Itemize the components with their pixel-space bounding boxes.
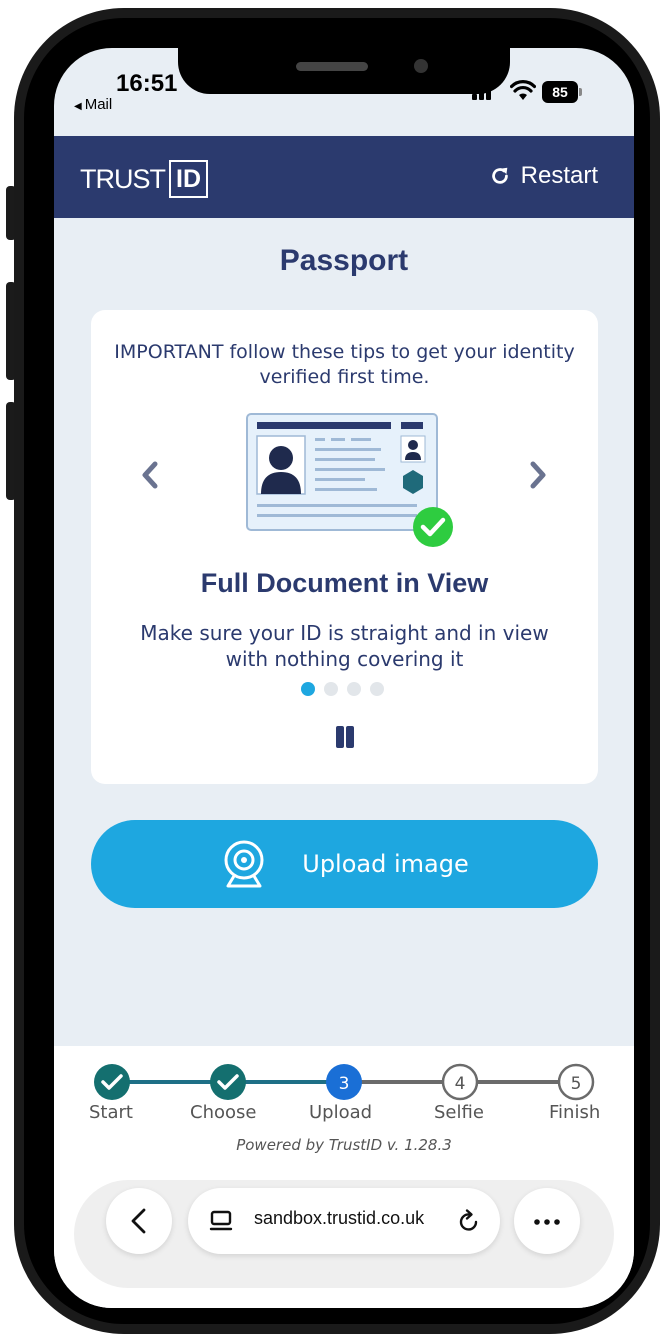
tip-heading: Full Document in View [200,568,489,598]
step-number: 3 [339,1074,350,1094]
restart-label: Restart [520,162,598,189]
clock: 16:51 [116,70,178,97]
tip-description: Make sure your ID is straight and in vie… [140,621,549,671]
step-label-finish: Finish [549,1102,601,1123]
step-upload-indicator: 3 [326,1064,362,1100]
chevron-right-icon[interactable] [525,458,551,492]
trustid-logo: TRUST ID [80,160,208,198]
chevron-left-icon [131,1208,146,1234]
step-choose-indicator [210,1064,246,1100]
step-finish-indicator: 5 [557,1063,595,1101]
carousel-dot[interactable] [324,682,338,696]
upload-image-button[interactable]: Upload image [91,820,598,908]
logo-id-text: ID [169,160,208,198]
upload-image-label: Upload image [302,850,469,878]
carousel-dot[interactable] [347,682,361,696]
step-label-upload: Upload [309,1102,373,1123]
step-label-selfie: Selfie [434,1102,484,1123]
tips-intro: IMPORTANT follow these tips to get your … [114,341,575,388]
phone-screen: 16:51 ◀ Mail 85 TRUST ID Restart Passpor… [54,48,634,1308]
battery-icon: 85 [542,81,584,103]
step-start-indicator [94,1064,130,1100]
browser-back-button[interactable] [106,1188,172,1254]
carousel-dots [301,682,391,696]
logo-trust-text: TRUST [80,163,166,194]
id-document-illustration [246,413,453,547]
back-app-label: Mail [84,96,113,113]
restart-button[interactable]: Restart [489,162,598,190]
phone-notch [178,48,510,94]
back-to-app-link[interactable]: ◀ Mail [74,96,112,113]
browser-more-button[interactable] [514,1188,580,1254]
powered-by-text: Powered by TrustID v. 1.28.3 [236,1136,452,1154]
more-icon [534,1219,560,1225]
step-label-choose: Choose [190,1102,257,1123]
chevron-left-icon[interactable] [137,458,163,492]
back-triangle-icon: ◀ [74,101,82,112]
carousel-dot[interactable] [370,682,384,696]
step-number: 5 [571,1074,582,1094]
tips-carousel: IMPORTANT follow these tips to get your … [91,310,598,784]
refresh-icon [491,167,508,184]
address-bar[interactable]: sandbox.trustid.co.uk [188,1188,500,1254]
step-label-start: Start [89,1102,133,1123]
front-camera [414,59,428,73]
page-title: Passport [279,244,409,277]
tabs-icon [209,1210,233,1231]
speaker-grille [296,62,368,71]
reload-icon[interactable] [456,1208,482,1234]
step-selfie-indicator: 4 [441,1063,479,1101]
progress-footer: 3 4 5 Start Choose Upload Selfie Finish … [54,1046,634,1308]
carousel-dot[interactable] [301,682,315,696]
webcam-icon [224,840,264,888]
url-text: sandbox.trustid.co.uk [254,1208,425,1228]
step-number: 4 [455,1074,466,1094]
app-header: TRUST ID Restart [54,136,634,218]
wifi-icon [510,80,536,100]
pause-icon[interactable] [334,726,356,748]
battery-level: 85 [552,84,568,100]
